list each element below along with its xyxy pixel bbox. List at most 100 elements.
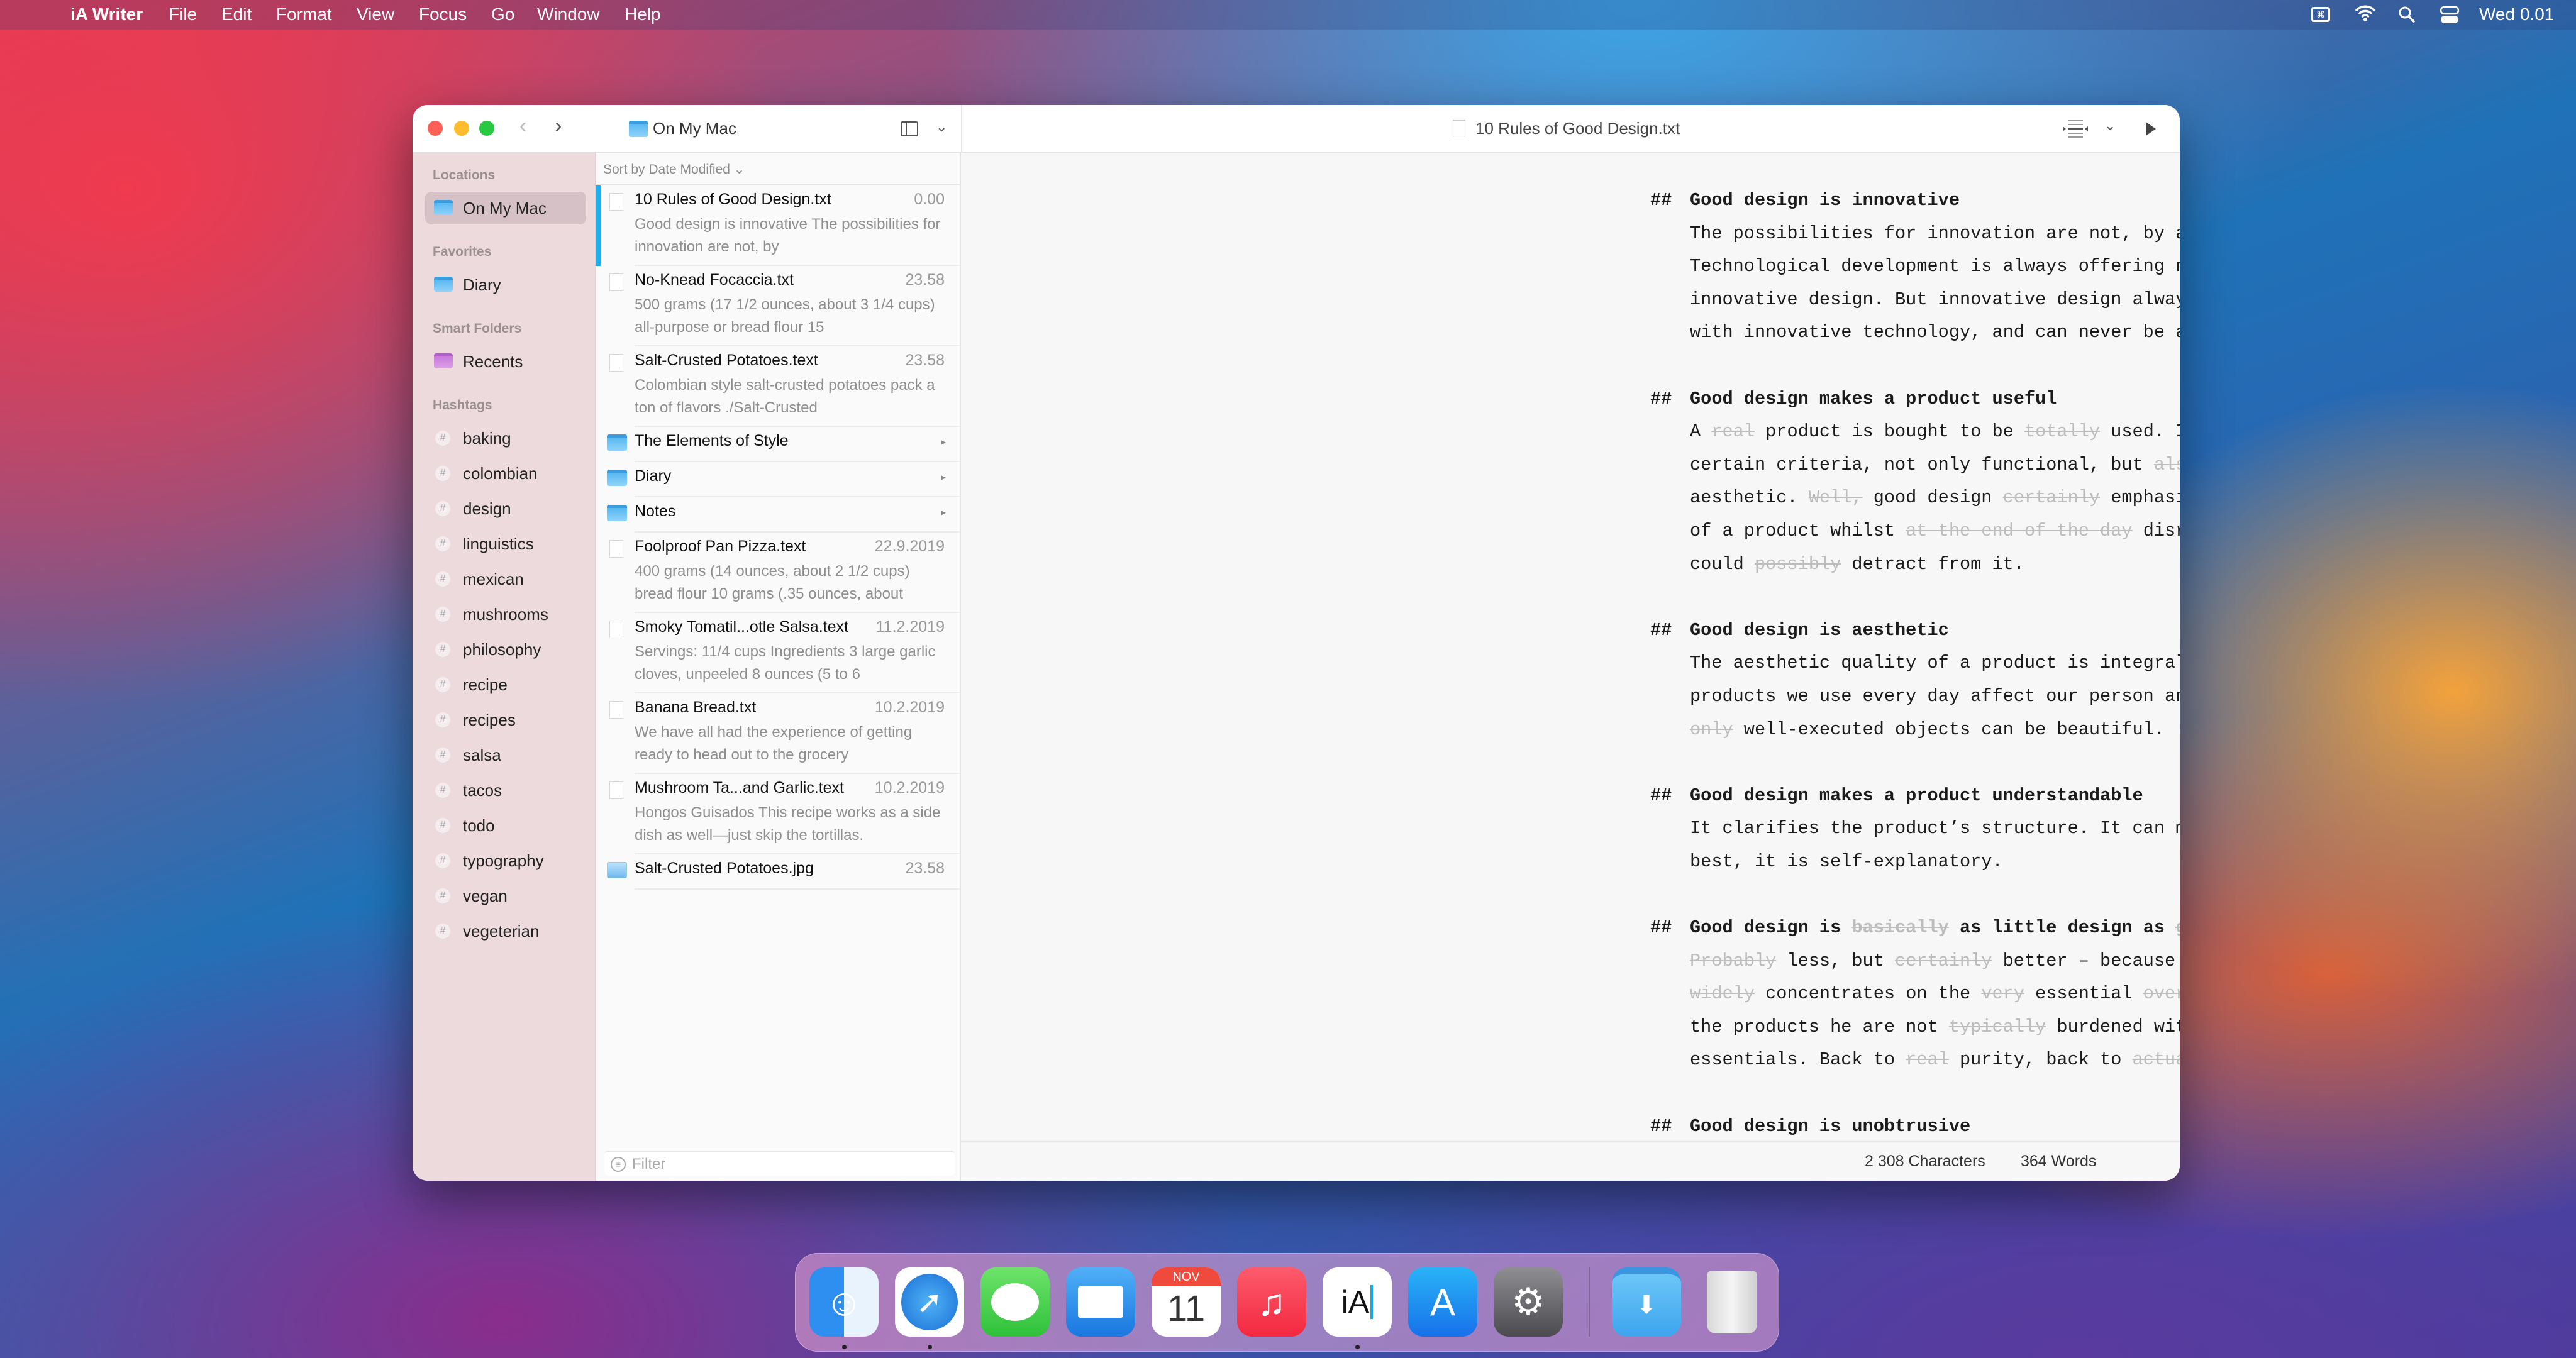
heading-text: as little design as: [1948, 917, 2176, 939]
system-preferences-icon[interactable]: ⚙: [1494, 1267, 1563, 1337]
zoom-button[interactable]: [479, 121, 494, 136]
sidebar-item-hashtag[interactable]: # recipe: [425, 668, 586, 701]
file-list-item[interactable]: Salt-Crusted Potatoes.jpg 23.58: [596, 854, 960, 890]
text-width-chevron-icon[interactable]: ⌄: [2104, 118, 2116, 134]
menu-focus[interactable]: Focus: [419, 4, 467, 25]
disclosure-arrow-icon[interactable]: ▸: [941, 506, 946, 519]
sidebar-item-hashtag[interactable]: # tacos: [425, 774, 586, 807]
struck-text: Probably: [1690, 950, 1777, 971]
sidebar-item-on-my-mac[interactable]: On My Mac: [425, 192, 586, 224]
app-store-icon[interactable]: A: [1408, 1267, 1477, 1337]
sidebar-item-label: Diary: [463, 275, 501, 294]
file-list-item[interactable]: Banana Bread.txt 10.2.2019 We have all had…: [596, 693, 960, 774]
menu-file[interactable]: File: [169, 4, 197, 25]
filter-input[interactable]: ≡ Filter: [604, 1151, 955, 1176]
preview-play-icon[interactable]: [2146, 122, 2156, 136]
messages-icon[interactable]: [980, 1267, 1050, 1337]
file-list-item[interactable]: The Elements of Style ▸: [596, 427, 960, 462]
downloads-folder-icon[interactable]: ⬇: [1612, 1267, 1681, 1337]
hashtag-icon: #: [435, 607, 450, 622]
word-count[interactable]: 364 Words: [2021, 1152, 2096, 1171]
sidebar-item-hashtag[interactable]: # mushrooms: [425, 598, 586, 631]
file-list-item[interactable]: Foolproof Pan Pizza.text 22.9.2019 400 gra…: [596, 533, 960, 613]
location-title[interactable]: On My Mac: [653, 119, 736, 138]
heading-marker: ##: [1650, 1115, 1672, 1137]
section-heading: ## Good design makes a product useful: [1650, 383, 2180, 416]
heading-text: Good design is: [1690, 917, 1852, 939]
section-heading: ## Good design is basically as little des…: [1650, 912, 2180, 945]
spotlight-search-icon[interactable]: [2397, 6, 2416, 23]
document-title[interactable]: 10 Rules of Good Design.txt: [1475, 119, 1680, 138]
sidebar-item-recents[interactable]: Recents: [425, 345, 586, 378]
forward-icon[interactable]: ›: [555, 114, 562, 138]
sidebar-item-hashtag[interactable]: # typography: [425, 844, 586, 877]
sidebar-item-hashtag[interactable]: # design: [425, 492, 586, 525]
wifi-icon[interactable]: [2355, 3, 2375, 21]
sort-menu[interactable]: Sort by Date Modified ⌄: [603, 162, 745, 177]
music-icon[interactable]: ♫: [1237, 1267, 1306, 1337]
ia-writer-dock-icon[interactable]: iA: [1323, 1267, 1392, 1337]
sidebar-item-hashtag[interactable]: # baking: [425, 422, 586, 455]
sidebar-item-hashtag[interactable]: # recipes: [425, 704, 586, 736]
library-menu-chevron-icon[interactable]: ⌄: [936, 119, 947, 135]
file-list-item[interactable]: Mushroom Ta...and Garlic.text 10.2.2019 Ho…: [596, 774, 960, 854]
sidebar-item-hashtag[interactable]: # philosophy: [425, 633, 586, 666]
file-preview: Servings: 11/4 cups Ingredients 3 large …: [635, 643, 936, 683]
sidebar-toggle-icon[interactable]: [901, 121, 918, 136]
menu-view[interactable]: View: [357, 4, 394, 25]
sidebar-item-label: tacos: [463, 781, 502, 800]
sidebar-item-hashtag[interactable]: # vegan: [425, 880, 586, 912]
safari-icon[interactable]: ➚: [895, 1267, 964, 1337]
sidebar-item-hashtag[interactable]: # linguistics: [425, 527, 586, 560]
sidebar-item-hashtag[interactable]: # vegeterian: [425, 915, 586, 947]
keyboard-shortcuts-icon[interactable]: ⌘: [2311, 7, 2330, 22]
sidebar-item-label: design: [463, 499, 511, 518]
file-list-item[interactable]: 10 Rules of Good Design.txt 0.00 Good desi…: [596, 185, 960, 266]
trash-icon[interactable]: [1697, 1267, 1767, 1337]
menu-window[interactable]: Window: [537, 4, 600, 25]
file-list-item[interactable]: No-Knead Focaccia.txt 23.58 500 grams (17 …: [596, 266, 960, 346]
file-list-item[interactable]: Smoky Tomatil...otle Salsa.text 11.2.2019…: [596, 613, 960, 693]
calendar-icon[interactable]: NOV 11: [1152, 1267, 1221, 1337]
menu-format[interactable]: Format: [276, 4, 332, 25]
text-line: A real product is bought to be totally u…: [1690, 416, 2180, 449]
file-list-item[interactable]: Salt-Crusted Potatoes.text 23.58 Colombian…: [596, 346, 960, 427]
struck-text: generally: [2175, 917, 2180, 938]
file-list-item[interactable]: Diary ▸: [596, 462, 960, 497]
disclosure-arrow-icon[interactable]: ▸: [941, 471, 946, 483]
text-segment: burdened with: [2057, 1016, 2180, 1037]
folder-icon: [607, 434, 627, 451]
sidebar-item-hashtag[interactable]: # todo: [425, 809, 586, 842]
sidebar-item-label: mexican: [463, 570, 524, 588]
text-line: the products he are not typically burden…: [1690, 1011, 2180, 1044]
menu-app-name[interactable]: iA Writer: [70, 4, 143, 25]
menu-go[interactable]: Go: [491, 4, 514, 25]
struck-text: basically: [1852, 917, 1949, 939]
file-list-item[interactable]: Notes ▸: [596, 497, 960, 533]
minimize-button[interactable]: [454, 121, 469, 136]
sidebar-item-diary[interactable]: Diary: [425, 268, 586, 301]
back-icon[interactable]: ‹: [519, 114, 526, 138]
sidebar-item-hashtag[interactable]: # salsa: [425, 739, 586, 771]
character-count[interactable]: 2 308 Characters: [1865, 1152, 1985, 1171]
text-segment: essentials. Back to: [1690, 1049, 1906, 1071]
menu-clock[interactable]: Wed 0.01: [2479, 4, 2554, 25]
control-center-icon[interactable]: [2440, 6, 2460, 24]
mail-icon[interactable]: [1066, 1267, 1135, 1337]
sidebar-item-hashtag[interactable]: # colombian: [425, 457, 586, 490]
finder-icon[interactable]: ☺: [809, 1267, 879, 1337]
menu-help[interactable]: Help: [625, 4, 661, 25]
heading-text: Good design makes a product useful: [1690, 388, 2057, 409]
document-text[interactable]: ## Good design is innovative The possibili…: [1650, 184, 2180, 1141]
section-heading: ## Good design is unobtrusive: [1650, 1110, 2180, 1141]
close-button[interactable]: [428, 121, 443, 136]
sidebar-header-favorites: Favorites: [433, 245, 492, 259]
editor[interactable]: ## Good design is innovative The possibili…: [961, 153, 2180, 1141]
hashtag-icon: #: [435, 748, 450, 763]
struck-text: widely: [1690, 983, 1755, 1005]
menu-edit[interactable]: Edit: [221, 4, 252, 25]
sidebar-item-hashtag[interactable]: # mexican: [425, 563, 586, 595]
disclosure-arrow-icon[interactable]: ▸: [941, 436, 946, 448]
text-width-icon[interactable]: [2062, 119, 2089, 142]
